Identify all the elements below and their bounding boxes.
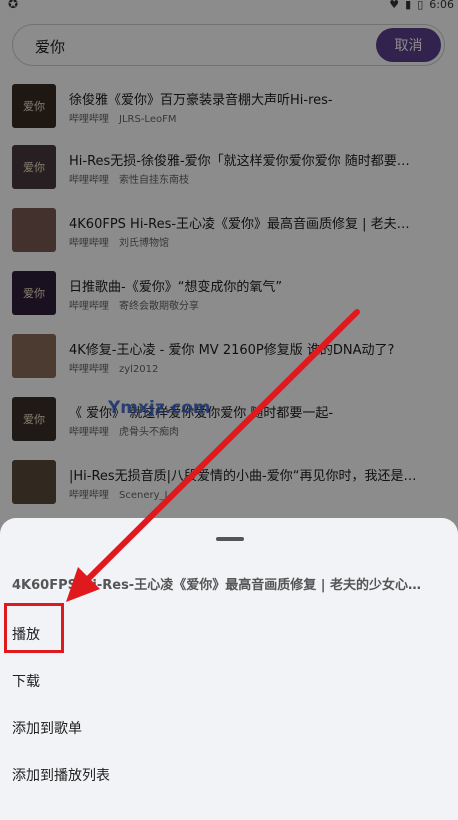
annotation-arrow: [66, 309, 360, 602]
